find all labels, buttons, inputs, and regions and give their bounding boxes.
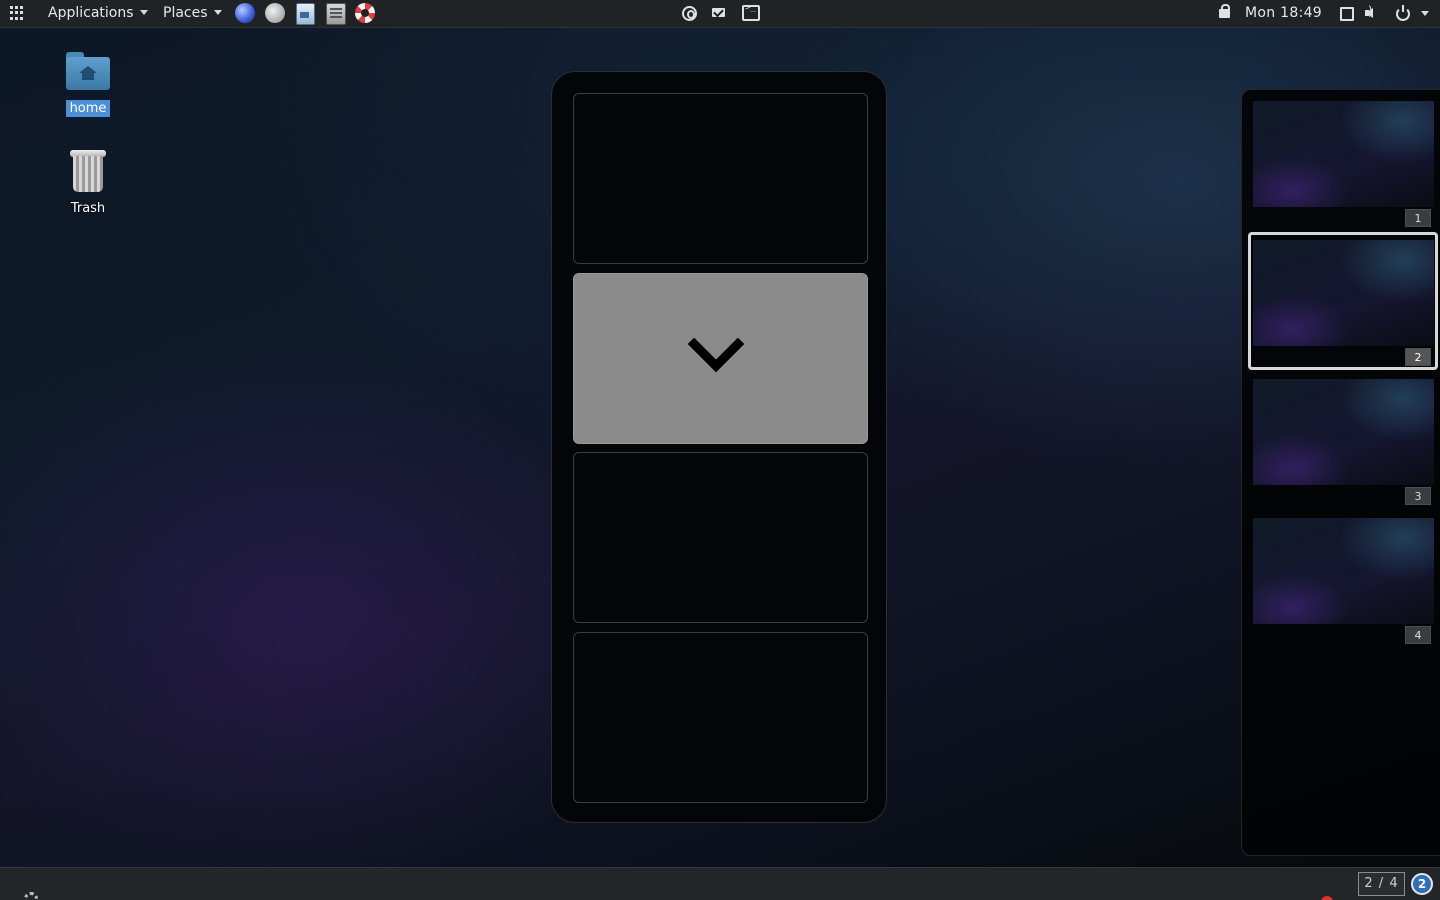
lifebuoy-icon[interactable] bbox=[355, 3, 375, 23]
applications-menu[interactable]: Applications bbox=[48, 0, 148, 27]
help-icon[interactable] bbox=[265, 3, 285, 23]
workspace-tile-1[interactable] bbox=[573, 93, 868, 264]
trash-icon bbox=[70, 150, 106, 192]
text-editor-icon[interactable] bbox=[296, 3, 315, 25]
volume-icon[interactable] bbox=[1365, 4, 1373, 18]
workspace-number-label: 3 bbox=[1405, 487, 1431, 505]
workspace-tile-4[interactable] bbox=[573, 632, 868, 803]
gear-icon[interactable] bbox=[24, 892, 38, 900]
clock[interactable]: Mon 18:49 bbox=[1245, 0, 1322, 27]
workspace-indicator[interactable]: 2 / 4 bbox=[1358, 872, 1405, 896]
bottom-panel: 2 / 4 2 bbox=[0, 867, 1440, 900]
hexchat-icon[interactable] bbox=[682, 6, 697, 21]
applications-menu-label: Applications bbox=[48, 5, 134, 21]
terminal-icon[interactable] bbox=[742, 3, 760, 21]
alert-icon[interactable] bbox=[1321, 896, 1333, 900]
workspace-number-label: 4 bbox=[1405, 626, 1431, 644]
desktop-icon-label: home bbox=[65, 100, 111, 117]
window-icon[interactable] bbox=[1340, 7, 1354, 21]
power-icon[interactable] bbox=[1396, 5, 1410, 21]
notification-badge[interactable]: 2 bbox=[1411, 873, 1433, 895]
web-browser-icon[interactable] bbox=[235, 3, 255, 23]
chevron-down-icon bbox=[213, 10, 222, 15]
desktop-icon-trash[interactable]: Trash bbox=[48, 150, 128, 217]
workspace-tile-3[interactable] bbox=[573, 452, 868, 623]
workspace-number-label: 2 bbox=[1405, 348, 1431, 366]
activities-grid-icon[interactable] bbox=[10, 0, 26, 27]
desktop-icon-home[interactable]: home bbox=[48, 52, 128, 117]
mail-icon[interactable] bbox=[712, 8, 725, 17]
file-manager-icon[interactable] bbox=[326, 3, 346, 25]
workspace-thumbnail-4[interactable] bbox=[1253, 518, 1434, 624]
workspace-thumbnail-panel: 1 2 3 4 bbox=[1241, 89, 1440, 856]
places-menu-label: Places bbox=[163, 5, 208, 21]
chevron-down-icon bbox=[687, 315, 745, 373]
workspace-thumbnail-1[interactable] bbox=[1253, 101, 1434, 207]
lock-icon[interactable] bbox=[1219, 4, 1230, 18]
chevron-down-icon bbox=[139, 10, 148, 15]
home-folder-icon bbox=[66, 52, 110, 90]
workspace-thumbnail-3[interactable] bbox=[1253, 379, 1434, 485]
top-panel: Applications Places Mon 18:49 bbox=[0, 0, 1440, 28]
places-menu[interactable]: Places bbox=[163, 0, 222, 27]
chevron-down-icon[interactable] bbox=[1421, 11, 1429, 16]
desktop-icon-label: Trash bbox=[70, 201, 106, 216]
workspace-switcher-popup bbox=[551, 71, 887, 823]
workspace-number-label: 1 bbox=[1405, 209, 1431, 227]
workspace-tile-2-active[interactable] bbox=[573, 273, 868, 444]
